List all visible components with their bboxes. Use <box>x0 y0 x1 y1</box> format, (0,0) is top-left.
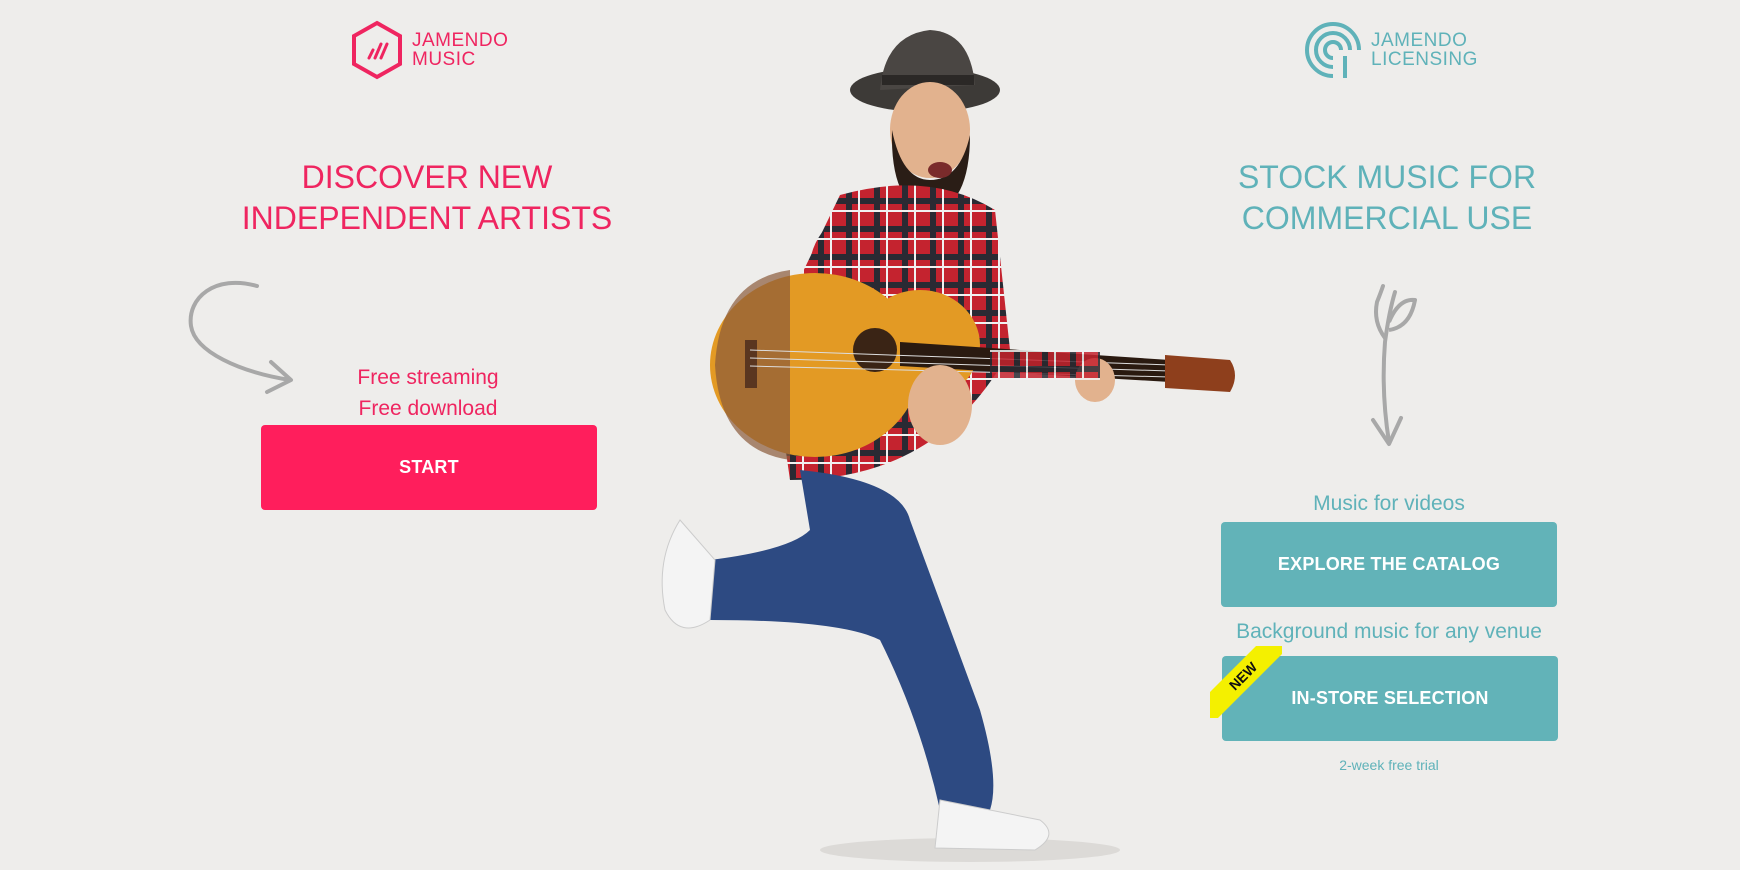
music-for-videos-text: Music for videos <box>1313 492 1465 515</box>
leaf-arrow-icon <box>1371 284 1417 446</box>
start-button[interactable]: START <box>261 425 597 510</box>
explore-catalog-button[interactable]: EXPLORE THE CATALOG <box>1221 522 1557 607</box>
free-trial-text: 2-week free trial <box>1339 757 1439 773</box>
new-badge-label: NEW <box>1210 646 1282 718</box>
free-download-text: Free download <box>358 397 498 420</box>
free-streaming-text: Free streaming <box>357 366 499 389</box>
jamendo-licensing-logo[interactable]: JAMENDO LICENSING <box>1303 20 1478 80</box>
licensing-headline: STOCK MUSIC FOR COMMERCIAL USE <box>1237 159 1537 236</box>
curved-arrow-icon <box>188 280 293 394</box>
music-subtext: Free streaming Free download <box>318 366 538 421</box>
new-badge: NEW <box>1210 646 1282 718</box>
jamendo-music-logo-text: JAMENDO MUSIC <box>412 30 509 70</box>
music-headline: DISCOVER NEW INDEPENDENT ARTISTS <box>241 159 613 236</box>
background-music-text: Background music for any venue <box>1236 620 1542 643</box>
jamendo-music-logo-icon <box>352 20 402 80</box>
jamendo-music-logo[interactable]: JAMENDO MUSIC <box>350 20 508 80</box>
jamendo-licensing-logo-text: JAMENDO LICENSING <box>1371 30 1478 70</box>
jamendo-licensing-logo-icon <box>1305 22 1361 80</box>
musician-photo <box>661 30 1235 862</box>
